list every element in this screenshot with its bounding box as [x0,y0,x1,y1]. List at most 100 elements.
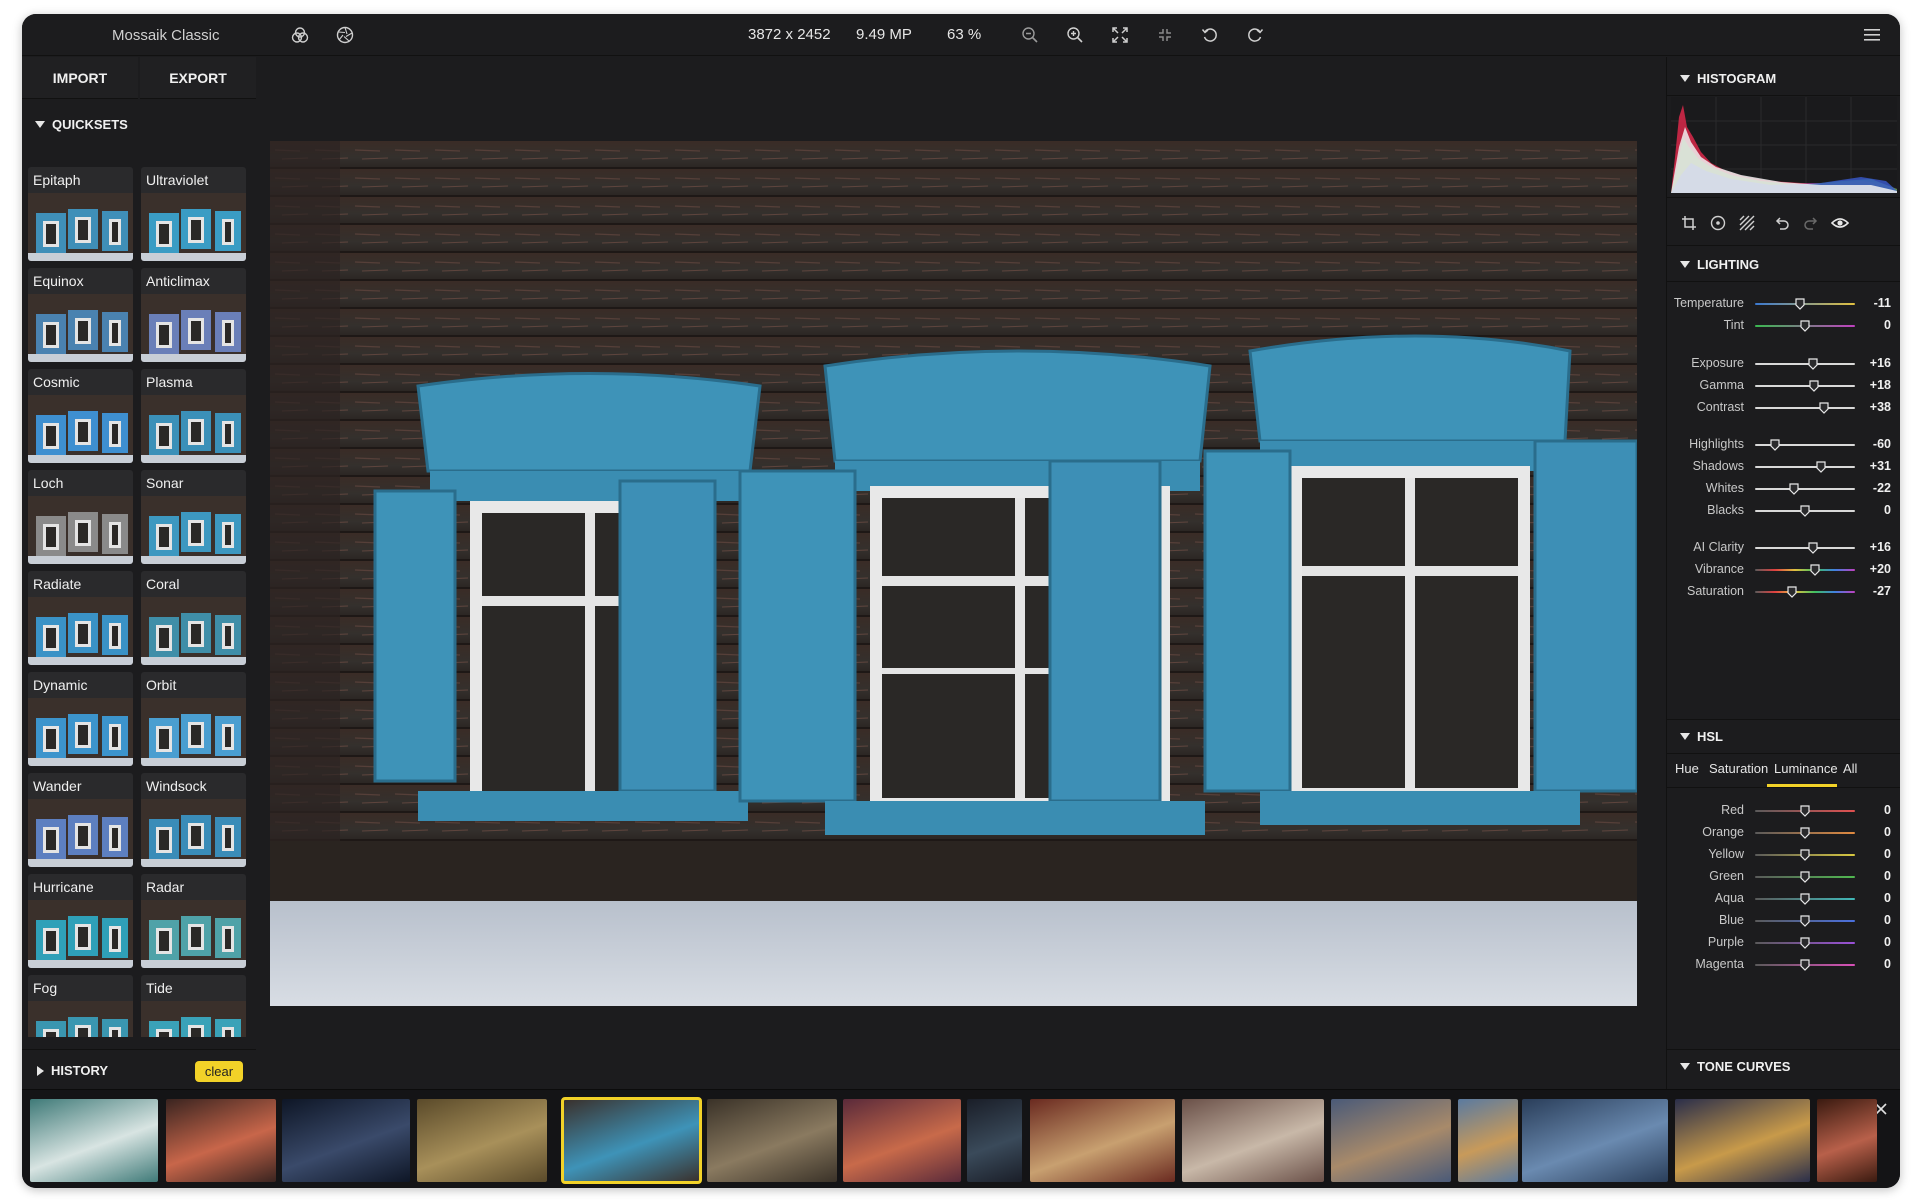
quickset-loch[interactable]: Loch [28,470,133,564]
import-button[interactable]: IMPORT [22,57,138,99]
quickset-dynamic[interactable]: Dynamic [28,672,133,766]
divider [1667,1049,1900,1050]
aperture-icon[interactable] [333,23,357,47]
quicksets-header[interactable]: QUICKSETS [35,117,128,132]
filmstrip-thumb-blue-windows[interactable] [561,1097,702,1184]
filmstrip-thumb-balloon-lake[interactable] [1522,1099,1668,1182]
quickset-coral[interactable]: Coral [141,571,246,665]
quickset-radiate[interactable]: Radiate [28,571,133,665]
slider-handle[interactable] [1800,504,1810,517]
slider-handle[interactable] [1800,936,1810,949]
quickset-hurricane[interactable]: Hurricane [28,874,133,968]
filmstrip-thumb-nixie-clock[interactable] [166,1099,276,1182]
slider-track[interactable] [1755,303,1855,305]
clear-history-button[interactable]: clear [195,1061,243,1082]
slider-track[interactable] [1755,569,1855,571]
undo-icon[interactable] [1770,211,1794,235]
filmstrip-thumb-graffiti[interactable] [843,1099,961,1182]
hsl-tab-luminance[interactable]: Luminance [1774,761,1838,776]
slider-label: Tint [1723,318,1744,332]
filmstrip-thumb-cathedral[interactable] [1675,1099,1810,1182]
quickset-cosmic[interactable]: Cosmic [28,369,133,463]
hsl-header[interactable]: HSL [1680,729,1723,744]
quickset-windsock[interactable]: Windsock [141,773,246,867]
slider-handle[interactable] [1789,482,1799,495]
slider-handle[interactable] [1800,870,1810,883]
slider-track[interactable] [1755,466,1855,468]
quickset-anticlimax[interactable]: Anticlimax [141,268,246,362]
quickset-fog[interactable]: Fog [28,975,133,1037]
histogram-header[interactable]: HISTOGRAM [1680,71,1776,86]
slider-track[interactable] [1755,547,1855,549]
filmstrip-thumb-bare-tree[interactable] [1331,1099,1451,1182]
fit-screen-icon[interactable] [1108,23,1132,47]
slider-handle[interactable] [1808,357,1818,370]
main-photo[interactable] [270,141,1637,1006]
crop-icon[interactable] [1677,211,1701,235]
hsl-tab-hue[interactable]: Hue [1675,761,1699,776]
slider-handle[interactable] [1770,438,1780,451]
slider-handle[interactable] [1800,848,1810,861]
tone-curves-header[interactable]: TONE CURVES [1680,1059,1790,1074]
slider-handle[interactable] [1815,460,1826,473]
rotate-right-icon[interactable] [1243,23,1267,47]
slider-handle[interactable] [1808,541,1818,554]
slider-track[interactable] [1755,385,1855,387]
gradient-mask-icon[interactable] [1735,211,1759,235]
hsl-tab-all[interactable]: All [1843,761,1857,776]
zoom-level[interactable]: 63 % [947,26,981,43]
quickset-wander[interactable]: Wander [28,773,133,867]
filmstrip-thumb-mountains-night[interactable] [282,1099,410,1182]
rotate-left-icon[interactable] [1198,23,1222,47]
image-megapixels: 9.49 MP [856,26,912,43]
quickset-tide[interactable]: Tide [141,975,246,1037]
slider-handle[interactable] [1800,914,1810,927]
slider-handle[interactable] [1819,401,1829,414]
quickset-equinox[interactable]: Equinox [28,268,133,362]
quickset-plasma[interactable]: Plasma [141,369,246,463]
filmstrip-thumb-dolls[interactable] [1030,1099,1175,1182]
lighting-header[interactable]: LIGHTING [1680,257,1759,272]
slider-track[interactable] [1755,488,1855,490]
slider-handle[interactable] [1810,563,1820,576]
filmstrip-thumb-waves[interactable] [30,1099,158,1182]
slider-handle[interactable] [1800,826,1810,839]
zoom-in-icon[interactable] [1063,23,1087,47]
slider-handle[interactable] [1786,585,1797,598]
actual-size-icon[interactable] [1153,23,1177,47]
slider-track[interactable] [1755,591,1855,593]
slider-track[interactable] [1755,363,1855,365]
menu-icon[interactable] [1860,23,1884,47]
filmstrip-thumb-market-street[interactable] [1182,1099,1324,1182]
slider-handle[interactable] [1809,379,1819,392]
divider [1667,753,1900,754]
filmstrip-thumb-neon-street[interactable] [967,1099,1022,1182]
quickset-orbit[interactable]: Orbit [141,672,246,766]
slider-track[interactable] [1755,407,1855,409]
redo-icon[interactable] [1799,211,1823,235]
export-button[interactable]: EXPORT [140,57,256,99]
slider-handle[interactable] [1800,958,1810,971]
quickset-label: Hurricane [33,879,94,895]
quickset-sonar[interactable]: Sonar [141,470,246,564]
slider-handle[interactable] [1800,892,1810,905]
slider-handle[interactable] [1800,319,1810,332]
slider-label: Yellow [1708,847,1744,861]
hsl-tab-saturation[interactable]: Saturation [1709,761,1768,776]
slider-handle[interactable] [1795,297,1805,310]
color-channels-icon[interactable] [288,23,312,47]
quickset-epitaph[interactable]: Epitaph [28,167,133,261]
preview-eye-icon[interactable] [1828,211,1852,235]
history-header[interactable]: HISTORY [37,1063,108,1078]
quickset-label: Plasma [146,374,193,390]
quickset-radar[interactable]: Radar [141,874,246,968]
slider-handle[interactable] [1800,804,1810,817]
radial-mask-icon[interactable] [1706,211,1730,235]
filmstrip-thumb-abandoned-room[interactable] [707,1099,837,1182]
image-canvas[interactable] [257,57,1665,1089]
zoom-out-icon[interactable] [1018,23,1042,47]
quickset-ultraviolet[interactable]: Ultraviolet [141,167,246,261]
filmstrip-thumb-red-ceiling[interactable] [1817,1099,1877,1182]
filmstrip-thumb-camel[interactable] [1458,1099,1518,1182]
filmstrip-thumb-shell-pattern[interactable] [417,1099,547,1182]
